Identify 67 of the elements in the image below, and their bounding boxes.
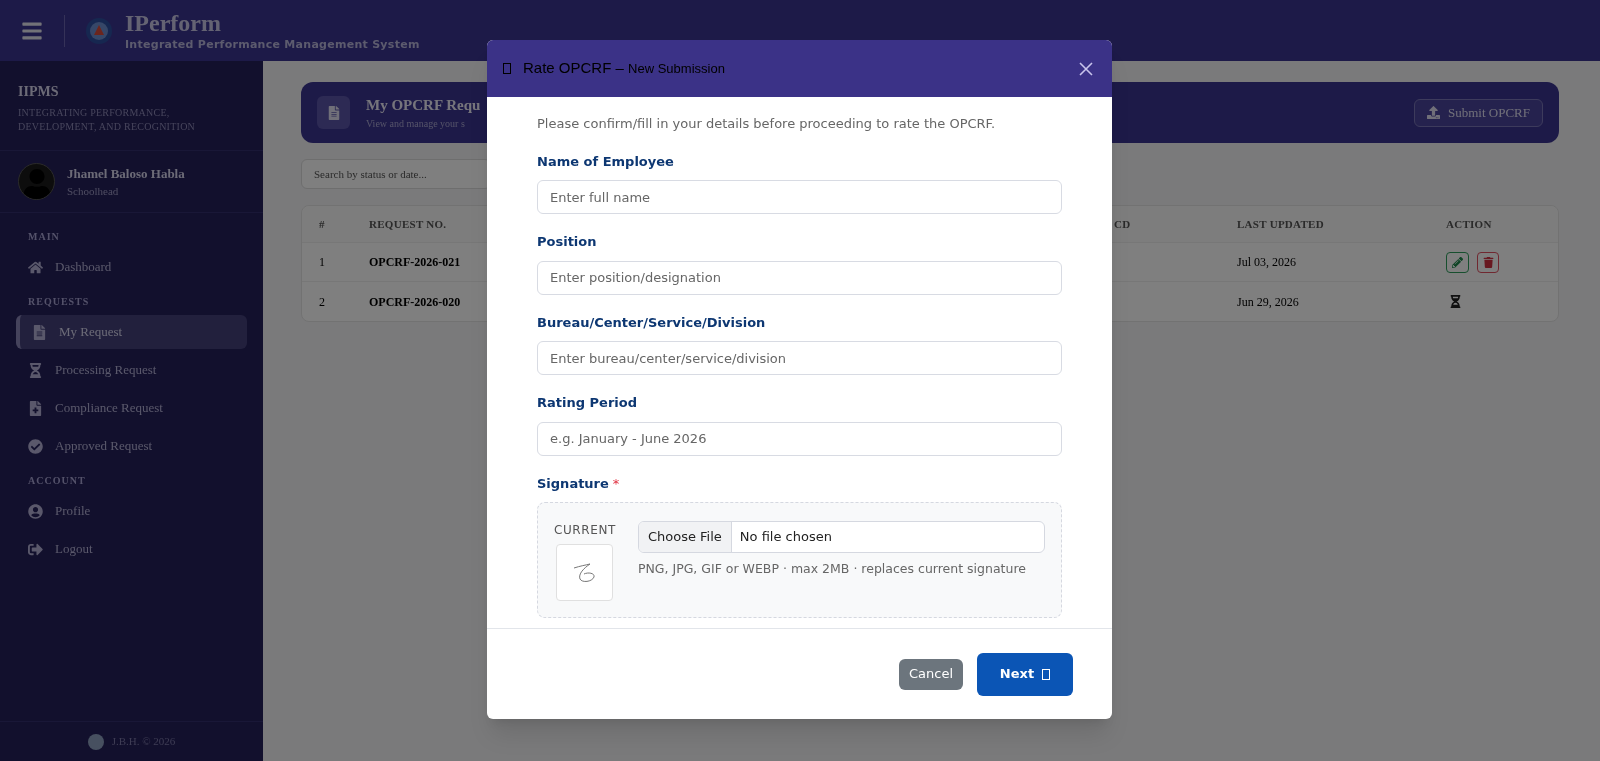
close-icon [1078, 60, 1094, 77]
column-header: # [319, 217, 325, 230]
choose-file-button[interactable]: Choose File [638, 522, 732, 552]
field-label: Bureau/Center/Service/Division [537, 313, 767, 332]
submit-opcrf-button[interactable]: Submit OPCRF [1414, 98, 1543, 127]
delete-button[interactable] [1477, 251, 1499, 273]
column-header: ACTION [1446, 217, 1492, 230]
missing-glyph-icon [503, 63, 511, 74]
nav-section-label: ACCOUNT [27, 474, 87, 488]
nav-item[interactable]: Dashboard [16, 250, 247, 284]
nav-item[interactable]: My Request [16, 315, 247, 349]
field-label: Rating Period [537, 394, 638, 412]
table-cell: OPCRF-2026-021 [369, 255, 461, 269]
column-header: LAST UPDATED [1237, 217, 1324, 230]
table-cell: 2 [319, 294, 325, 309]
app-subtitle: Integrated Performance Management System [125, 39, 420, 50]
user-silhouette-icon [21, 169, 52, 199]
text-field[interactable]: Enter full name [537, 180, 1062, 214]
app-title: IPerform [125, 11, 222, 35]
nav-item[interactable]: Approved Request [16, 429, 247, 463]
trash-icon [1482, 256, 1494, 268]
hourglass-icon [1450, 295, 1461, 308]
document-check-icon [28, 400, 43, 416]
upload-icon [1427, 106, 1440, 119]
user-name: Jhamel Baloso Habla [67, 164, 185, 183]
nav-item[interactable]: Compliance Request [16, 391, 247, 425]
text-field[interactable]: Enter bureau/center/service/division [537, 341, 1062, 375]
next-button[interactable]: Next [977, 652, 1073, 696]
cancel-button[interactable]: Cancel [898, 658, 963, 690]
nav-item[interactable]: Profile [16, 494, 247, 528]
missing-glyph-icon [1042, 668, 1051, 680]
document-icon [32, 324, 47, 340]
field-label: Position [537, 233, 598, 251]
column-header: REQUEST NO. [369, 217, 447, 230]
hourglass-icon [28, 362, 43, 378]
required-mark: * [612, 474, 620, 493]
logo-icon [85, 16, 113, 45]
home-icon [28, 259, 43, 275]
edit-button[interactable] [1446, 251, 1469, 273]
file-hint: PNG, JPG, GIF or WEBP · max 2MB · replaces current signature [637, 560, 1027, 578]
current-signature-label: CURRENT [554, 522, 616, 539]
field-label: Signature [537, 474, 609, 493]
pencil-icon [1452, 256, 1463, 268]
text-field[interactable]: Enter position/designation [537, 260, 1062, 295]
nav-item[interactable]: Logout [16, 532, 247, 566]
user-icon [28, 503, 43, 519]
document-icon [327, 105, 340, 120]
user-role: Schoolhead [67, 184, 120, 199]
file-input[interactable]: Choose File No file chosen [637, 521, 1045, 553]
dialog-title: Rate OPCRF – New Submission [523, 58, 725, 79]
table-cell: Jul 03, 2026 [1237, 255, 1296, 269]
nav-item[interactable]: Processing Request [16, 353, 247, 387]
page-title: My OPCRF Requ [366, 95, 481, 115]
table-cell: 1 [319, 255, 325, 269]
nav-section-label: MAIN [27, 230, 61, 244]
dialog-intro: Please confirm/fill in your details before proceeding to rate the OPCRF. [537, 115, 997, 133]
signature-scribble-icon [571, 561, 598, 584]
text-field[interactable]: e.g. January - June 2026 [537, 421, 1062, 456]
nav-section-label: REQUESTS [27, 295, 91, 309]
footer-logo-icon [87, 733, 104, 750]
table-cell: Jun 29, 2026 [1237, 294, 1299, 309]
logout-icon [28, 541, 43, 557]
column-header: CD [1114, 217, 1131, 230]
file-status: No file chosen [738, 528, 833, 547]
table-cell: OPCRF-2026-020 [369, 294, 461, 309]
brand-name: IIPMS [18, 83, 60, 101]
field-label: Name of Employee [537, 152, 675, 171]
